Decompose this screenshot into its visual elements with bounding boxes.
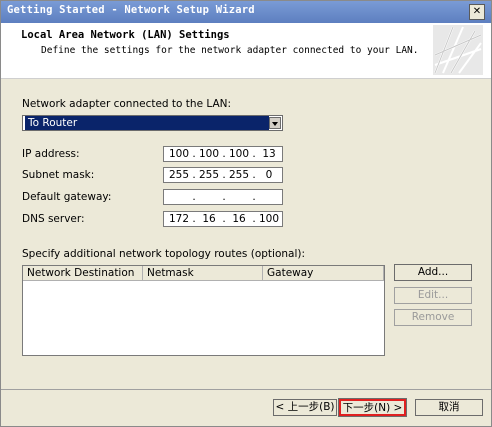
- ip-dot: .: [192, 213, 196, 225]
- edit-route-button[interactable]: Edit...: [394, 287, 472, 304]
- add-route-button[interactable]: Add...: [394, 264, 472, 281]
- subnet-mask-label: Subnet mask:: [22, 169, 95, 181]
- ip-dot: .: [222, 213, 226, 225]
- window-title: Getting Started - Network Setup Wizard: [7, 4, 255, 16]
- ip-address-label: IP address:: [22, 148, 80, 160]
- default-gateway-field[interactable]: . . .: [163, 189, 283, 205]
- ip-octet: 0: [265, 169, 273, 181]
- ip-octet: 255: [228, 169, 250, 181]
- dns-server-label: DNS server:: [22, 213, 85, 225]
- page-title: Local Area Network (LAN) Settings: [21, 29, 230, 41]
- routes-label: Specify additional network topology rout…: [22, 248, 306, 260]
- subnet-mask-field[interactable]: 255 . 255 . 255 . 0: [163, 167, 283, 183]
- network-logo-icon: [433, 25, 483, 75]
- ip-octet: 100: [168, 148, 190, 160]
- ip-octet: 13: [262, 148, 276, 160]
- ip-dot: .: [252, 148, 256, 160]
- page-subtitle: Define the settings for the network adap…: [41, 45, 419, 56]
- ip-octet: 100: [228, 148, 250, 160]
- ip-address-field[interactable]: 100 . 100 . 100 . 13: [163, 146, 283, 162]
- title-bar: Getting Started - Network Setup Wizard ✕: [1, 1, 491, 23]
- ip-octet: 16: [202, 213, 216, 225]
- wizard-header: Local Area Network (LAN) Settings Define…: [1, 23, 491, 79]
- dns-server-field[interactable]: 172 . 16 . 16 . 100: [163, 211, 283, 227]
- adapter-select-value: To Router: [25, 116, 269, 130]
- ip-dot: .: [192, 148, 196, 160]
- footer-divider: [1, 389, 491, 390]
- column-netmask[interactable]: Netmask: [143, 266, 263, 281]
- remove-route-button[interactable]: Remove: [394, 309, 472, 326]
- ip-dot: .: [222, 191, 226, 203]
- routes-table-header: Network Destination Netmask Gateway: [23, 266, 384, 281]
- ip-dot: .: [192, 169, 196, 181]
- ip-dot: .: [252, 169, 256, 181]
- close-icon[interactable]: ✕: [469, 4, 485, 20]
- ip-octet: 100: [198, 148, 220, 160]
- routes-table[interactable]: Network Destination Netmask Gateway: [22, 265, 385, 356]
- ip-octet: 255: [168, 169, 190, 181]
- adapter-select[interactable]: To Router: [22, 115, 283, 131]
- adapter-label: Network adapter connected to the LAN:: [22, 98, 232, 110]
- ip-octet: 255: [198, 169, 220, 181]
- ip-dot: .: [192, 191, 196, 203]
- next-button[interactable]: 下一步(N) >: [338, 398, 407, 417]
- ip-dot: .: [252, 191, 256, 203]
- ip-dot: .: [252, 213, 256, 225]
- cancel-button[interactable]: 取消: [415, 399, 483, 416]
- default-gateway-label: Default gateway:: [22, 191, 112, 203]
- column-network-destination[interactable]: Network Destination: [23, 266, 143, 281]
- column-gateway[interactable]: Gateway: [263, 266, 384, 281]
- ip-dot: .: [222, 148, 226, 160]
- chevron-down-icon[interactable]: [269, 117, 281, 129]
- ip-octet: 172: [168, 213, 190, 225]
- ip-octet: 100: [258, 213, 280, 225]
- back-button[interactable]: < 上一步(B): [273, 399, 337, 416]
- ip-octet: 16: [232, 213, 246, 225]
- ip-dot: .: [222, 169, 226, 181]
- wizard-window: Getting Started - Network Setup Wizard ✕…: [0, 0, 492, 427]
